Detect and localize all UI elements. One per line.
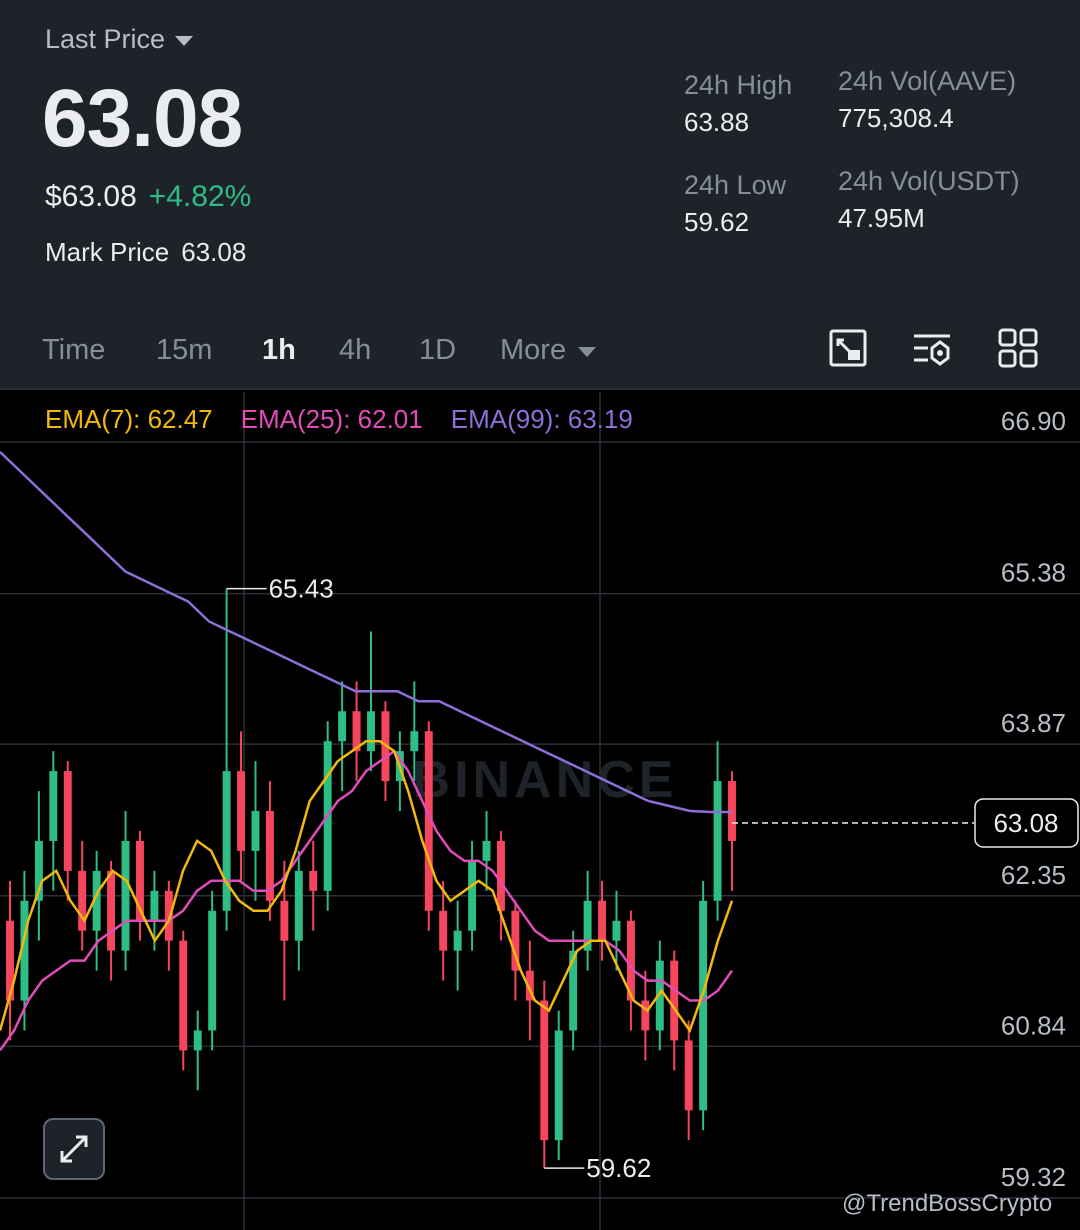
y-tick-label: 59.32	[1001, 1162, 1066, 1192]
stat-24h-high: 24h High 63.88	[684, 70, 792, 138]
stat-value: 47.95M	[838, 203, 925, 233]
stat-label: 24h High	[684, 70, 793, 100]
candle-body	[63, 771, 72, 871]
candle-body	[699, 900, 708, 1111]
stat-label: 24h Vol(AAVE)	[838, 66, 1017, 96]
low-marker-label: 59.62	[586, 1153, 651, 1183]
usd-price: $63.08	[45, 180, 137, 213]
tab-time[interactable]: Time	[42, 334, 105, 367]
candle-body	[164, 890, 173, 941]
ema-legend: EMA(7): 62.47 EMA(25): 62.01 EMA(99): 63…	[45, 404, 633, 435]
stat-value: 63.88	[684, 107, 750, 137]
stat-24h-low: 24h Low 59.62	[684, 170, 786, 238]
tab-15m[interactable]: 15m	[156, 334, 212, 367]
tab-1h[interactable]: 1h	[262, 334, 296, 367]
mark-price-value: 63.08	[181, 237, 247, 267]
candle-body	[237, 771, 246, 851]
tab-more[interactable]: More	[500, 334, 597, 367]
candle-body	[251, 811, 260, 851]
candle-body	[222, 771, 231, 911]
candle-body	[294, 870, 303, 941]
stat-24h-vol-quote: 24h Vol(USDT) 47.95M	[838, 166, 1020, 234]
candle-body	[121, 840, 130, 951]
last-price-label: Last Price	[45, 24, 166, 54]
candle-body	[641, 1000, 650, 1031]
candle-body	[598, 900, 607, 941]
tab-4h[interactable]: 4h	[339, 334, 371, 367]
last-price-selector[interactable]: Last Price	[45, 24, 194, 55]
ema7-label: EMA(7): 62.47	[45, 404, 213, 434]
candle-body	[496, 840, 505, 911]
caret-down-icon	[175, 35, 194, 46]
ticker-header: Last Price 63.08 $63.08 +4.82% Mark Pric…	[0, 0, 1080, 318]
high-marker-label: 65.43	[269, 574, 334, 604]
y-tick-label: 65.38	[1001, 558, 1066, 588]
candle-body	[208, 910, 217, 1031]
ema99-label: EMA(99): 63.19	[450, 404, 633, 434]
grid-layout-icon[interactable]	[998, 328, 1038, 368]
y-tick-label: 66.90	[1001, 406, 1066, 436]
indicator-settings-icon[interactable]	[912, 328, 952, 368]
candle-body	[179, 940, 188, 1051]
y-tick-label: 60.84	[1001, 1010, 1066, 1040]
candle-body	[338, 711, 347, 742]
change-percent: +4.82%	[148, 180, 252, 213]
usd-price-row: $63.08 +4.82%	[45, 180, 251, 214]
y-tick-label: 63.87	[1001, 708, 1066, 738]
candle-body	[193, 1030, 202, 1051]
candle-body	[612, 920, 621, 941]
expand-button[interactable]	[43, 1118, 105, 1180]
candle-body	[482, 840, 491, 861]
candle-body	[554, 1030, 563, 1141]
candle-body	[540, 1000, 549, 1141]
mark-price-row: Mark Price 63.08	[45, 237, 246, 268]
stat-value: 775,308.4	[838, 103, 954, 133]
chart-toolbar: Time 15m 1h 4h 1D More	[0, 318, 1080, 390]
mark-price-label: Mark Price	[45, 237, 170, 267]
y-tick-label: 62.35	[1001, 860, 1066, 890]
candle-body	[670, 960, 679, 1041]
expand-arrows-icon	[60, 1135, 88, 1163]
watermark-text: BINANCE	[413, 751, 678, 809]
candle-body	[410, 731, 419, 752]
candle-body	[367, 711, 375, 752]
current-price-label: 63.08	[993, 808, 1058, 838]
candle-body	[453, 930, 462, 951]
candle-body	[684, 1040, 693, 1111]
stat-label: 24h Vol(USDT)	[838, 166, 1020, 196]
tab-1d[interactable]: 1D	[419, 334, 456, 367]
candle-body	[280, 900, 289, 941]
stat-label: 24h Low	[684, 170, 787, 200]
fullscreen-chart-icon[interactable]	[828, 328, 868, 368]
ema25-label: EMA(25): 62.01	[240, 404, 423, 434]
stat-24h-vol-base: 24h Vol(AAVE) 775,308.4	[838, 66, 1016, 134]
stat-value: 59.62	[684, 207, 750, 237]
last-price-value: 63.08	[42, 73, 243, 164]
candlestick-chart[interactable]: 66.90 65.38 63.87 62.35 60.84 59.32 BINANCE 65.…	[0, 392, 1080, 1230]
candle-body	[49, 771, 58, 841]
attribution: @TrendBossCrypto	[842, 1190, 1053, 1217]
candle-body	[439, 910, 448, 951]
candle-body	[309, 870, 318, 891]
candle-body	[468, 860, 477, 931]
more-label: More	[500, 334, 567, 366]
candle-body	[713, 781, 722, 901]
caret-down-icon	[578, 346, 597, 357]
candle-body	[107, 870, 116, 951]
candle-body	[150, 890, 159, 921]
